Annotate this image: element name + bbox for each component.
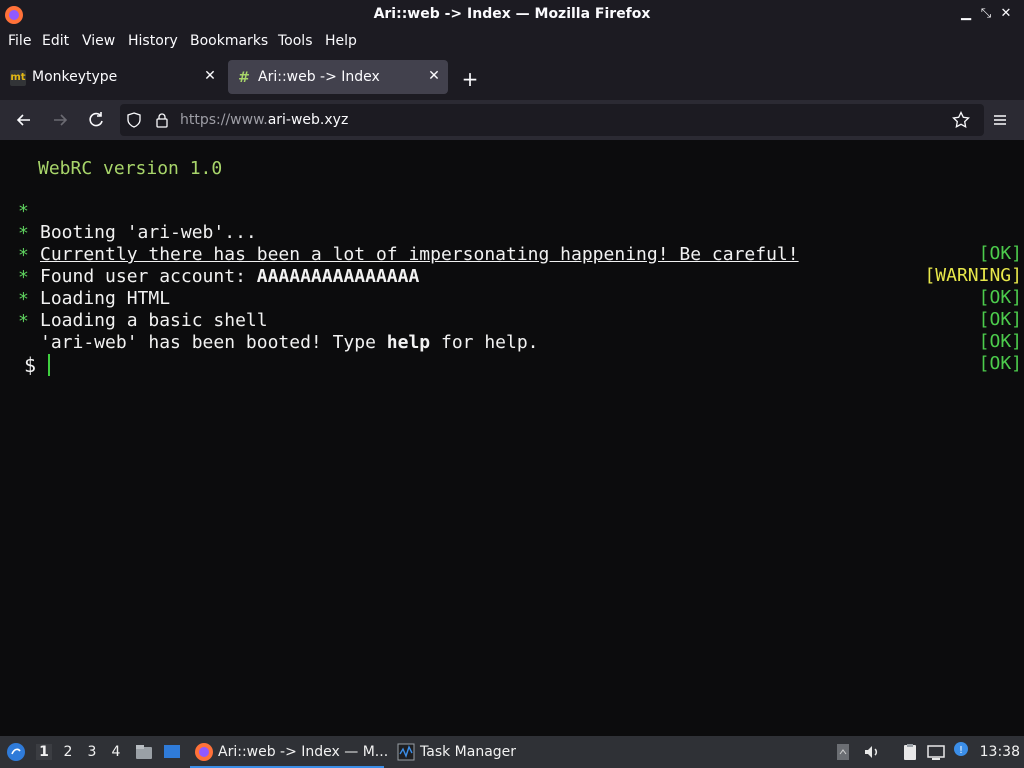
boot-line: * 'ari-web' has been booted! Type help f… <box>0 290 1024 374</box>
navigation-bar: https://www.ari-web.xyz <box>0 100 1024 141</box>
app-menu-button[interactable] <box>990 110 1010 130</box>
svg-text:!: ! <box>959 745 963 756</box>
desktop-icon[interactable] <box>162 742 182 762</box>
tray-scroll-icon[interactable] <box>836 742 850 762</box>
workspace-4[interactable]: 4 <box>108 744 124 760</box>
clipboard-icon[interactable] <box>900 742 920 762</box>
shell-prompt: $ <box>24 353 37 377</box>
url-text[interactable]: https://www.ari-web.xyz <box>180 112 348 128</box>
window-title: Ari::web -> Index — Mozilla Firefox <box>373 6 651 22</box>
tab-bar: mt Monkeytype ✕ # Ari::web -> Index ✕ + <box>0 54 1024 100</box>
close-tab-icon[interactable]: ✕ <box>202 68 218 84</box>
menu-tools[interactable]: Tools <box>278 33 313 49</box>
boot-message: Loading a basic shell <box>40 310 268 331</box>
boot-line: * Loading HTML [OK] <box>0 246 1024 330</box>
tab-monkeytype[interactable]: mt Monkeytype ✕ <box>2 60 224 94</box>
hamburger-icon <box>994 115 1006 125</box>
boot-line: * Currently there has been a lot of impe… <box>0 202 1024 286</box>
booted-message: 'ari-web' has been booted! Type help for… <box>40 332 539 353</box>
window-titlebar: Ari::web -> Index — Mozilla Firefox ▁ ⤡ ✕ <box>0 0 1024 30</box>
address-bar[interactable]: https://www.ari-web.xyz <box>120 104 984 136</box>
window-controls: ▁ ⤡ ✕ <box>956 6 1016 21</box>
close-tab-icon[interactable]: ✕ <box>426 68 442 84</box>
workspace-3[interactable]: 3 <box>84 744 100 760</box>
boot-line: * Booting 'ari-web'... [OK] <box>0 180 1024 264</box>
taskbar: 1 2 3 4 Ari::web -> Index — M... Task Ma… <box>0 736 1024 768</box>
network-icon[interactable] <box>926 742 946 762</box>
menu-help[interactable]: Help <box>325 33 357 49</box>
status-ok: [OK] <box>978 331 1022 352</box>
lock-icon[interactable] <box>154 112 170 128</box>
new-tab-button[interactable]: + <box>460 67 480 91</box>
clock[interactable]: 13:38 <box>980 744 1020 760</box>
task-firefox[interactable]: Ari::web -> Index — M... <box>190 738 388 768</box>
boot-line: * Loading a basic shell [OK] <box>0 268 1024 352</box>
task-label: Ari::web -> Index — M... <box>218 744 389 760</box>
menu-bookmarks[interactable]: Bookmarks <box>190 33 268 49</box>
menu-view[interactable]: View <box>82 33 115 49</box>
bullet: * <box>18 311 29 332</box>
task-task-manager[interactable]: Task Manager <box>392 738 522 766</box>
maximize-icon[interactable]: ⤡ <box>976 6 996 21</box>
status-ok: [OK] <box>978 353 1022 374</box>
menu-edit[interactable]: Edit <box>42 33 69 49</box>
reload-icon <box>89 112 103 127</box>
ari-web-favicon-icon: # <box>238 70 250 86</box>
minimize-icon[interactable]: ▁ <box>956 6 976 21</box>
arrow-right-icon <box>54 114 68 126</box>
shield-icon[interactable] <box>126 112 142 128</box>
tab-label: Ari::web -> Index <box>258 69 380 85</box>
tab-label: Monkeytype <box>32 69 118 85</box>
bookmark-star-icon[interactable] <box>952 111 970 129</box>
close-icon[interactable]: ✕ <box>996 6 1016 21</box>
menu-bar: File Edit View History Bookmarks Tools H… <box>0 30 1024 54</box>
terminal-page: WebRC version 1.0 * Booting 'ari-web'...… <box>0 141 1024 736</box>
workspace-2[interactable]: 2 <box>60 744 76 760</box>
notification-icon[interactable]: ! <box>952 740 970 758</box>
start-menu-icon[interactable] <box>6 742 26 762</box>
menu-history[interactable]: History <box>128 33 178 49</box>
file-manager-icon[interactable] <box>134 742 154 762</box>
workspace-1[interactable]: 1 <box>36 744 52 760</box>
task-manager-icon <box>397 743 415 761</box>
task-label: Task Manager <box>420 744 517 760</box>
boot-line: * Found user account: AAAAAAAAAAAAAAA [O… <box>0 224 1024 308</box>
status-ok: [OK] <box>978 309 1022 330</box>
reload-button[interactable] <box>86 110 106 130</box>
terminal-header: WebRC version 1.0 <box>38 158 223 179</box>
help-keyword: help <box>386 332 431 353</box>
arrow-left-icon <box>16 114 30 126</box>
forward-button[interactable] <box>50 110 70 130</box>
firefox-icon <box>195 743 213 761</box>
menu-file[interactable]: File <box>8 33 31 49</box>
volume-icon[interactable] <box>862 742 882 762</box>
shell-input-cursor[interactable] <box>48 354 50 376</box>
tab-ari-web[interactable]: # Ari::web -> Index ✕ <box>228 60 448 94</box>
back-button[interactable] <box>14 110 34 130</box>
monkeytype-favicon-icon: mt <box>10 70 26 86</box>
